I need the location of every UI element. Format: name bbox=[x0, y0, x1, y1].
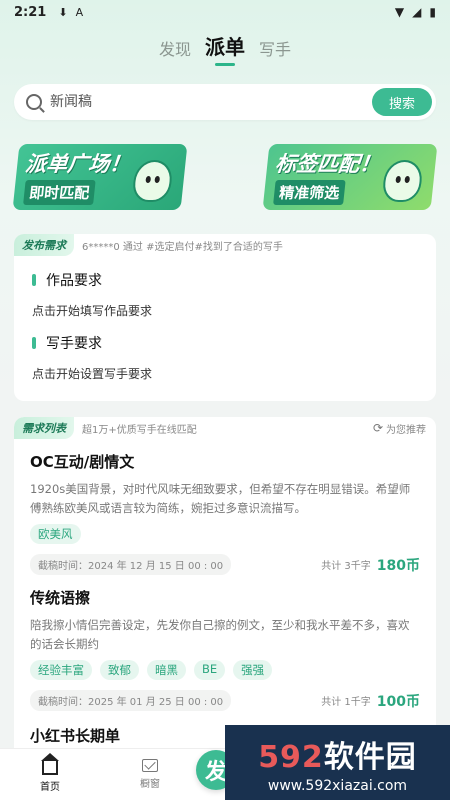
post-title: OC互动/剧情文 bbox=[30, 453, 135, 471]
post-words: 共计 3千字 bbox=[321, 561, 371, 572]
post-tag: 暗黑 bbox=[147, 660, 186, 680]
req-subtitle: 点击开始设置写手要求 bbox=[32, 367, 153, 381]
mascot-icon bbox=[381, 160, 424, 202]
a-icon: A bbox=[75, 5, 84, 19]
post-tags: 欧美风 bbox=[30, 524, 420, 544]
post-deadline: 截稿时间：2025 年 01 月 25 日 00 : 00 bbox=[30, 690, 232, 711]
banner-title: 派单广场！ bbox=[24, 152, 132, 176]
post-tag: 欧美风 bbox=[30, 524, 81, 544]
tab-discover[interactable]: 发现 bbox=[159, 36, 191, 66]
top-tabs: 发现 派单 写手 bbox=[0, 35, 450, 66]
signal-icon: ◢ bbox=[412, 5, 422, 19]
post-tags: 经验丰富 致郁 暗黑 BE 强强 bbox=[30, 660, 420, 680]
home-icon bbox=[41, 752, 59, 775]
banner-dispatch-square[interactable]: 派单广场！ 即时匹配 bbox=[12, 144, 188, 210]
search-bar: 搜索 bbox=[14, 84, 436, 120]
post-tag: 强强 bbox=[233, 660, 273, 680]
nav-showcase[interactable]: 橱窗 bbox=[100, 759, 200, 790]
req-title: 作品要求 bbox=[32, 270, 418, 290]
watermark-text: 软件园 bbox=[323, 739, 417, 775]
publish-card: 发布需求 6*****0 通过 #选定启付#找到了合适的写手 作品要求 点击开始… bbox=[14, 234, 436, 401]
battery-icon: ▮ bbox=[429, 5, 436, 19]
post-tag: 经验丰富 bbox=[30, 660, 92, 680]
post-words: 共计 1千字 bbox=[321, 697, 371, 708]
post-deadline: 截稿时间：2024 年 12 月 15 日 00 : 00 bbox=[30, 554, 232, 575]
post-price: 180币 bbox=[376, 557, 420, 574]
accent-bar bbox=[32, 337, 36, 349]
publish-note: 6*****0 通过 #选定启付#找到了合适的写手 bbox=[82, 241, 283, 253]
req-subtitle: 点击开始填写作品要求 bbox=[32, 304, 153, 318]
banner-subtitle: 即时匹配 bbox=[23, 180, 96, 205]
watermark-num: 592 bbox=[258, 739, 324, 775]
post-tag: 致郁 bbox=[100, 660, 139, 680]
req-title: 写手要求 bbox=[32, 333, 418, 353]
post-tag: BE bbox=[194, 660, 226, 680]
list-item[interactable]: OC互动/剧情文 1920s美国背景，对时代风味无细致要求，但希望不存在明显错误… bbox=[14, 451, 436, 575]
search-icon bbox=[26, 94, 42, 110]
refresh-icon: ⟳ bbox=[372, 421, 383, 435]
search-button[interactable]: 搜索 bbox=[372, 88, 432, 116]
status-bar: 2:21 ⬇ A ▼ ◢ ▮ bbox=[0, 0, 450, 24]
banner-title: 标签匹配！ bbox=[274, 152, 382, 176]
watermark-logo: 592软件园 www.592xiazai.com bbox=[225, 725, 450, 800]
status-right: ▼ ◢ ▮ bbox=[395, 5, 436, 19]
watermark-title: 592软件园 bbox=[258, 732, 417, 776]
banner-tag-match[interactable]: 标签匹配！ 精准筛选 bbox=[262, 144, 438, 210]
list-card-header: 需求列表 超1万+优质写手在线匹配 ⟳ 为您推荐 bbox=[14, 417, 436, 439]
nav-label: 首页 bbox=[40, 781, 60, 793]
post-desc: 陪我擦小情侣完善设定，先发你自己擦的例文，至少和我水平差不多，喜欢的话会长期约 bbox=[30, 618, 410, 651]
post-title: 传统语擦 bbox=[30, 589, 91, 607]
banner-subtitle: 精准筛选 bbox=[273, 180, 346, 205]
banners: 派单广场！ 即时匹配 标签匹配！ 精准筛选 bbox=[12, 144, 438, 210]
mail-icon bbox=[142, 759, 158, 772]
wifi-icon: ▼ bbox=[394, 5, 405, 19]
recommend-label: 为您推荐 bbox=[386, 424, 426, 436]
req-title-text: 写手要求 bbox=[46, 336, 102, 352]
watermark-url: www.592xiazai.com bbox=[267, 777, 408, 794]
post-desc: 1920s美国背景，对时代风味无细致要求，但希望不存在明显错误。希望师傅熟练欧美… bbox=[30, 482, 411, 515]
post-meta: 截稿时间：2025 年 01 月 25 日 00 : 00 共计 1千字 100… bbox=[30, 690, 420, 711]
mascot-icon bbox=[131, 160, 174, 202]
tab-dispatch[interactable]: 派单 bbox=[205, 31, 245, 66]
list-item[interactable]: 传统语擦 陪我擦小情侣完善设定，先发你自己擦的例文，至少和我水平差不多，喜欢的话… bbox=[14, 587, 436, 711]
req-title-text: 作品要求 bbox=[46, 273, 102, 289]
status-time: 2:21 bbox=[14, 4, 47, 20]
post-price: 100币 bbox=[376, 693, 420, 710]
download-icon: ⬇ bbox=[58, 5, 68, 19]
work-requirements[interactable]: 作品要求 点击开始填写作品要求 bbox=[14, 270, 436, 319]
publish-tag: 发布需求 bbox=[14, 234, 74, 256]
writer-requirements[interactable]: 写手要求 点击开始设置写手要求 bbox=[14, 333, 436, 382]
list-note: 超1万+优质写手在线匹配 bbox=[82, 424, 197, 436]
nav-home[interactable]: 首页 bbox=[0, 752, 100, 793]
post-meta: 截稿时间：2024 年 12 月 15 日 00 : 00 共计 3千字 180… bbox=[30, 554, 420, 575]
publish-card-header: 发布需求 6*****0 通过 #选定启付#找到了合适的写手 bbox=[14, 234, 436, 256]
recommend-button[interactable]: ⟳ 为您推荐 bbox=[373, 421, 426, 436]
nav-label: 橱窗 bbox=[140, 779, 160, 790]
accent-bar bbox=[32, 274, 36, 286]
tab-writer[interactable]: 写手 bbox=[259, 36, 291, 66]
list-tag: 需求列表 bbox=[14, 417, 74, 439]
